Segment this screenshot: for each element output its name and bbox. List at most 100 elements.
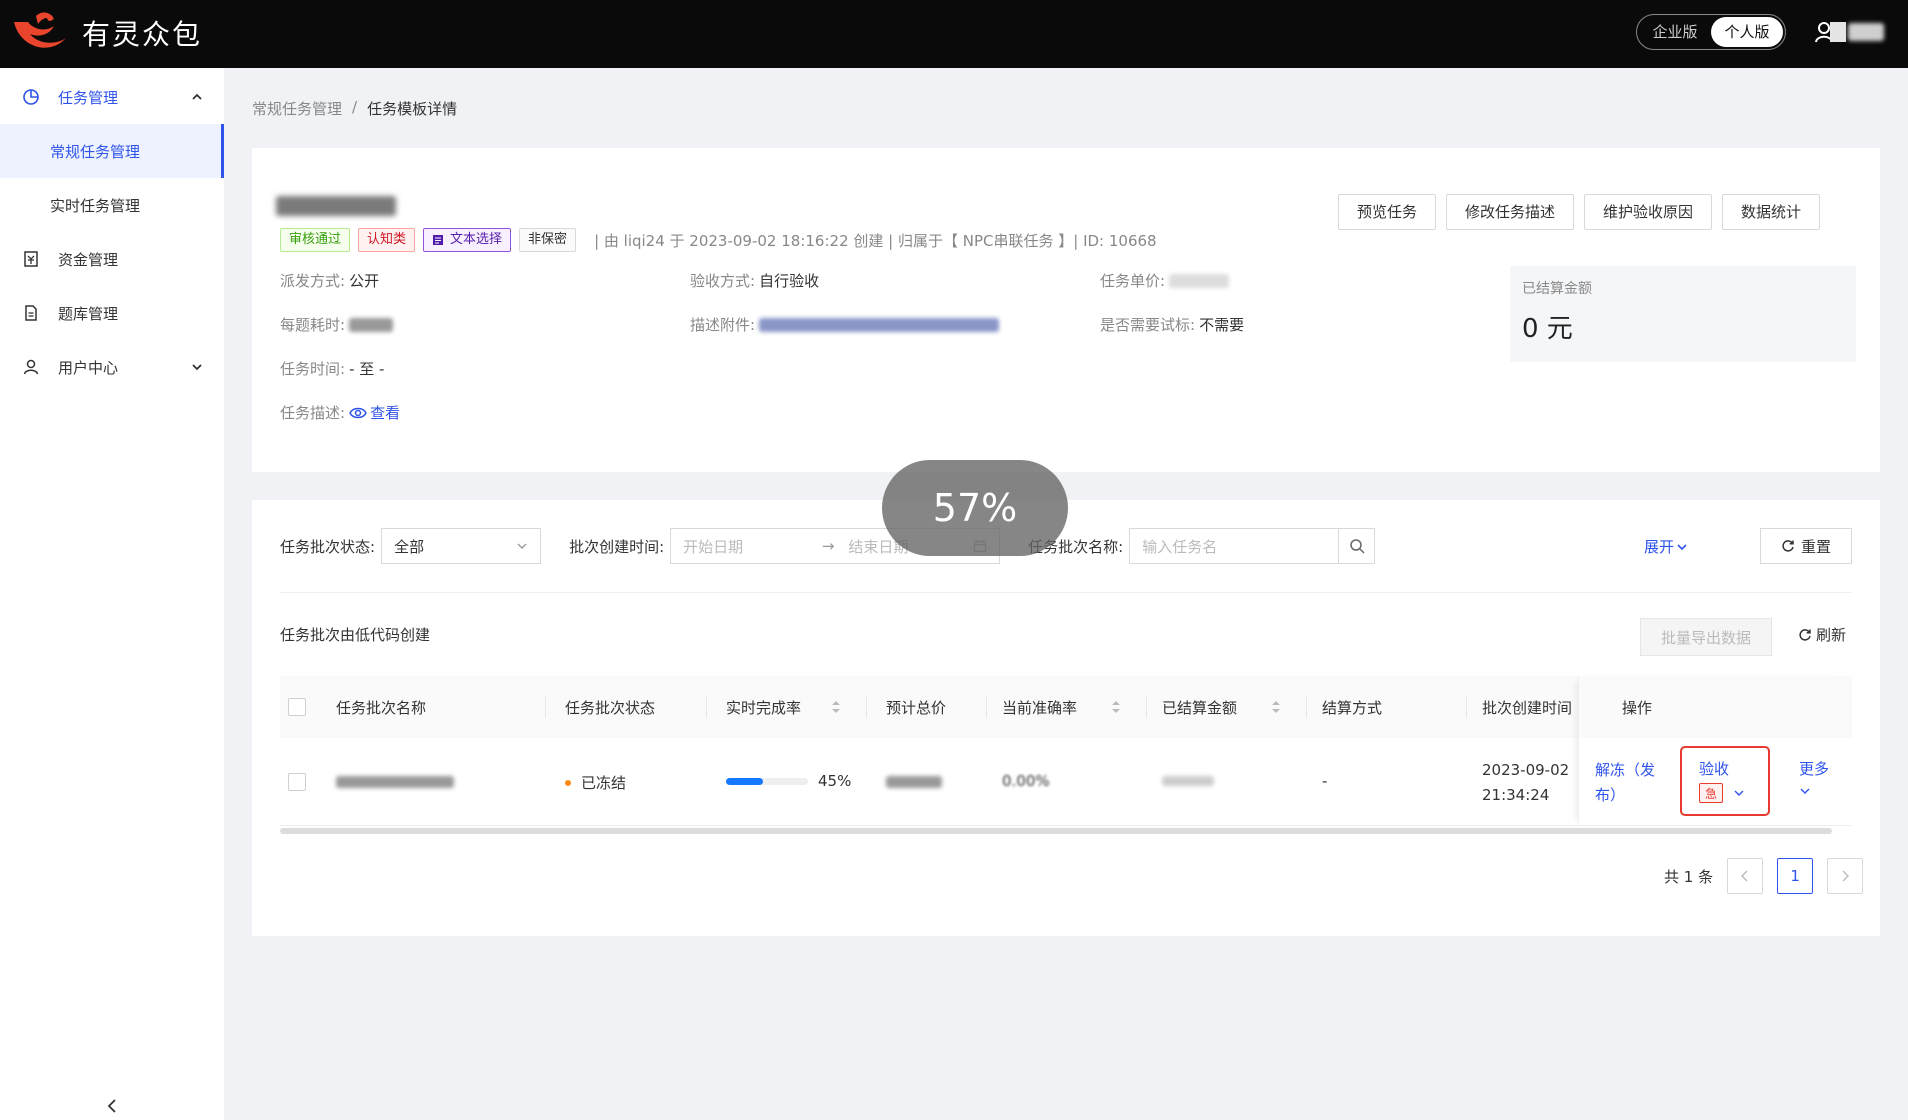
reset-label: 重置	[1800, 537, 1831, 556]
pagination-total: 共 1 条	[1664, 867, 1714, 886]
batch-status: 已冻结	[565, 772, 626, 793]
view-description-label: 查看	[370, 404, 401, 422]
col-settle-method: 结算方式	[1322, 698, 1383, 717]
trial-value: 不需要	[1199, 316, 1245, 334]
sort-icon[interactable]	[831, 700, 841, 714]
checkbox-box[interactable]	[288, 773, 306, 791]
col-settled-label: 已结算金额	[1162, 698, 1238, 717]
chevron-down-icon	[1677, 543, 1687, 550]
search-button[interactable]	[1339, 528, 1376, 564]
collapse-sidebar-icon[interactable]	[102, 1096, 122, 1116]
expand-label: 展开	[1644, 538, 1675, 556]
pagination: 共 1 条 1	[1664, 858, 1864, 894]
settled-blur	[1162, 776, 1214, 786]
sidebar-item-label: 任务管理	[58, 88, 119, 107]
task-info-card: 审核通过 认知类 文本选择 非保密 | 由 liqi24 于 2023-09-0…	[252, 148, 1880, 472]
version-enterprise-option[interactable]: 企业版	[1639, 17, 1711, 47]
sidebar-item-task-management[interactable]: 任务管理	[0, 70, 224, 124]
more-link[interactable]: 更多	[1799, 758, 1829, 779]
attachment-link-redacted[interactable]	[759, 317, 1000, 332]
period-label: 任务时间:	[280, 360, 346, 378]
created-date: 2023-09-02	[1482, 761, 1570, 779]
user-menu[interactable]	[1814, 18, 1884, 46]
tag-text-select: 文本选择	[423, 228, 512, 252]
sidebar-item-realtime-tasks[interactable]: 实时任务管理	[0, 178, 224, 232]
col-completion-label: 实时完成率	[726, 698, 802, 717]
accept-value: 自行验收	[759, 272, 820, 290]
horizontal-scrollbar[interactable]	[280, 828, 1832, 834]
more-actions[interactable]: 更多	[1799, 758, 1829, 801]
breadcrumb: 常规任务管理 / 任务模板详情	[252, 98, 457, 119]
task-meta: | 由 liqi24 于 2023-09-02 18:16:22 创建 | 归属…	[594, 231, 1157, 250]
col-status: 任务批次状态	[565, 698, 656, 717]
attachment-label: 描述附件:	[690, 316, 756, 334]
sort-icon[interactable]	[1111, 700, 1121, 714]
dispatch-value: 公开	[349, 272, 380, 290]
next-page-button[interactable]	[1827, 858, 1864, 894]
refresh-button[interactable]: 刷新	[1798, 624, 1846, 645]
unfreeze-label-line1: 解冻（发	[1595, 761, 1656, 779]
sidebar-item-label: 题库管理	[58, 304, 119, 323]
dispatch-label: 派发方式:	[280, 272, 346, 290]
task-tags: 审核通过 认知类 文本选择 非保密 | 由 liqi24 于 2023-09-0…	[280, 228, 1157, 252]
price-label: 任务单价:	[1100, 272, 1166, 290]
settled-amount-box: 已结算金额 0 元	[1510, 266, 1856, 362]
created-cell: 2023-09-02 21:34:24	[1482, 758, 1569, 808]
brand-logo[interactable]: 有灵众包	[10, 8, 202, 58]
chevron-down-icon	[192, 364, 202, 371]
attachment-field: 描述附件:	[690, 314, 1000, 335]
status-dot	[565, 779, 571, 786]
view-description-link[interactable]: 查看	[349, 402, 400, 423]
version-personal-option[interactable]: 个人版	[1711, 17, 1783, 47]
trial-label: 是否需要试标:	[1100, 316, 1196, 334]
col-completion[interactable]: 实时完成率	[726, 676, 841, 738]
checkbox-box[interactable]	[288, 698, 306, 716]
price-field: 任务单价:	[1100, 270, 1230, 291]
accept-field: 验收方式: 自行验收	[690, 270, 819, 291]
sidebar-item-question-bank[interactable]: 题库管理	[0, 286, 224, 340]
status-filter-value: 全部	[394, 537, 425, 556]
col-batch-name: 任务批次名称	[336, 698, 427, 717]
sidebar-item-funds[interactable]: 资金管理	[0, 232, 224, 286]
expand-filters-link[interactable]: 展开	[1644, 536, 1688, 557]
sort-icon[interactable]	[1271, 700, 1281, 714]
data-stats-button[interactable]: 数据统计	[1722, 194, 1821, 230]
accept-label: 验收方式:	[690, 272, 756, 290]
status-filter-select[interactable]: 全部	[381, 528, 542, 564]
batch-list-card: 任务批次状态: 全部 批次创建时间: 开始日期 → 结束日期 任务批次名称: 输…	[252, 500, 1880, 936]
sidebar-item-regular-tasks[interactable]: 常规任务管理	[0, 124, 224, 178]
col-separator	[706, 696, 707, 718]
prev-page-button[interactable]	[1727, 858, 1764, 894]
edit-description-button[interactable]: 修改任务描述	[1446, 194, 1575, 230]
tag-not-confidential: 非保密	[519, 228, 577, 252]
trial-field: 是否需要试标: 不需要	[1100, 314, 1244, 335]
wallet-icon	[24, 251, 38, 267]
reset-button[interactable]: 重置	[1760, 528, 1852, 564]
bulk-export-button[interactable]: 批量导出数据	[1640, 618, 1772, 656]
start-date-input[interactable]: 开始日期	[683, 536, 808, 557]
refresh-label: 刷新	[1816, 626, 1847, 644]
batch-name-redacted	[336, 776, 454, 788]
user-icon	[1815, 22, 1846, 43]
preview-task-button[interactable]: 预览任务	[1338, 194, 1437, 230]
col-created: 批次创建时间	[1482, 698, 1573, 717]
filter-divider	[280, 592, 1852, 593]
row-checkbox[interactable]	[288, 773, 306, 791]
settle-method-value: -	[1322, 772, 1328, 790]
maintain-reason-button[interactable]: 维护验收原因	[1584, 194, 1713, 230]
col-accuracy[interactable]: 当前准确率	[1002, 676, 1121, 738]
version-switch[interactable]: 企业版 个人版	[1636, 14, 1786, 50]
col-separator	[1146, 696, 1147, 718]
text-select-icon	[433, 235, 444, 245]
breadcrumb-parent[interactable]: 常规任务管理	[252, 98, 342, 119]
unfreeze-publish-link[interactable]: 解冻（发 布）	[1595, 758, 1655, 808]
sidebar-item-user-center[interactable]: 用户中心	[0, 340, 224, 394]
page-number-button[interactable]: 1	[1777, 858, 1814, 894]
chevron-down-icon[interactable]	[1799, 785, 1811, 797]
col-settled[interactable]: 已结算金额	[1162, 676, 1281, 738]
batch-name-input[interactable]: 输入任务名	[1129, 528, 1340, 564]
chart-pie-icon	[23, 89, 39, 105]
select-all-checkbox[interactable]	[288, 676, 306, 738]
sidebar: 任务管理 常规任务管理 实时任务管理 资金管理 题库管理 用户中心	[0, 68, 224, 1120]
price-redacted	[1169, 273, 1230, 288]
